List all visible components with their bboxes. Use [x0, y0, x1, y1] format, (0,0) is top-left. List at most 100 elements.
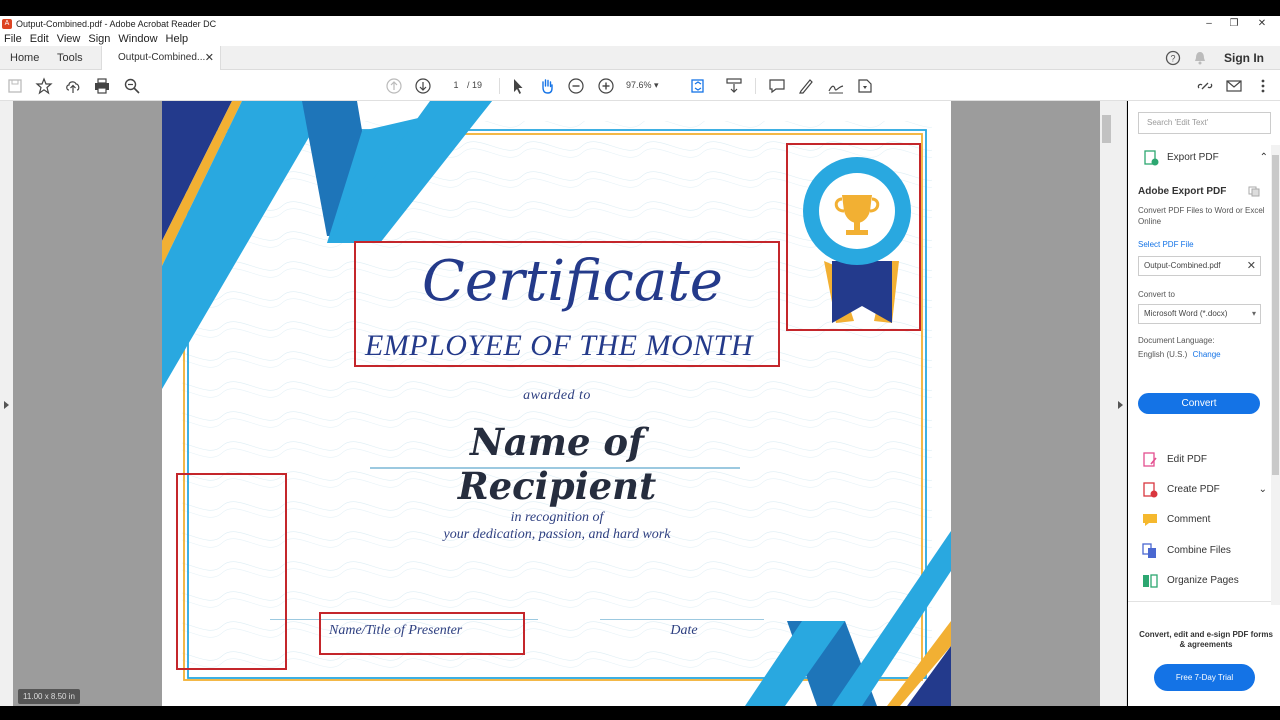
tab-bar: Home Tools Output-Combined... ✕ ? Sign I…: [0, 46, 1280, 71]
comment-icon[interactable]: [768, 77, 786, 95]
recipient-name: Name of Recipient: [457, 420, 657, 508]
sign-in-button[interactable]: Sign In: [1224, 46, 1264, 70]
tool-label: Comment: [1167, 514, 1211, 525]
cloud-upload-icon[interactable]: [64, 77, 82, 95]
trial-promo: Convert, edit and e-sign PDF forms & agr…: [1128, 601, 1280, 706]
menu-view[interactable]: View: [57, 33, 81, 45]
scrollbar-thumb[interactable]: [1102, 115, 1111, 143]
tool-combine-files[interactable]: Combine Files: [1142, 541, 1267, 561]
svg-text:?: ?: [1170, 54, 1175, 64]
tab-home[interactable]: Home: [10, 46, 39, 70]
bell-icon[interactable]: [1192, 50, 1208, 66]
edit-pdf-icon: [1143, 452, 1157, 467]
collapse-right-icon[interactable]: [1117, 401, 1124, 409]
document-viewer[interactable]: Certificate EMPLOYEE OF THE MONTH awarde…: [13, 101, 1100, 706]
document-language-label: Document Language:: [1138, 336, 1215, 345]
convert-to-dropdown[interactable]: Microsoft Word (*.docx) ▾: [1138, 304, 1261, 324]
star-icon[interactable]: [35, 77, 53, 95]
fit-page-icon[interactable]: [689, 77, 707, 95]
tool-edit-pdf[interactable]: Edit PDF: [1142, 450, 1267, 470]
search-tools-input[interactable]: Search 'Edit Text': [1138, 112, 1271, 134]
create-pdf-icon: [1143, 482, 1158, 498]
document-scrollbar[interactable]: [1100, 101, 1113, 706]
previous-page-icon[interactable]: [385, 77, 403, 95]
tab-document-label: Output-Combined...: [118, 52, 206, 63]
zoom-level-dropdown[interactable]: 97.6% ▾: [626, 78, 659, 93]
share-link-icon[interactable]: [1196, 77, 1214, 95]
menu-edit[interactable]: Edit: [30, 33, 49, 45]
tools-pane: Search 'Edit Text' Export PDF ⌃ Adobe Ex…: [1128, 101, 1280, 706]
info-icon[interactable]: [1248, 185, 1260, 197]
chevron-up-icon[interactable]: ⌃: [1260, 148, 1268, 168]
change-language-link[interactable]: Change: [1193, 350, 1221, 359]
restore-icon[interactable]: ❐: [1219, 16, 1249, 32]
window-titlebar: A Output-Combined.pdf - Adobe Acrobat Re…: [0, 16, 1280, 32]
organize-pages-icon: [1143, 574, 1158, 588]
export-pdf-label: Export PDF: [1167, 152, 1219, 163]
close-icon[interactable]: ✕: [1247, 16, 1277, 32]
free-trial-button[interactable]: Free 7-Day Trial: [1154, 664, 1255, 691]
document-language-value: English (U.S.): [1138, 350, 1188, 359]
chevron-down-icon[interactable]: ⌄: [1259, 480, 1267, 500]
tools-pane-scrollbar[interactable]: [1271, 145, 1280, 605]
select-cursor-icon[interactable]: [509, 77, 527, 95]
annotation-box-left: [176, 473, 287, 670]
comment-tool-icon: [1143, 514, 1157, 526]
left-panel-toggle[interactable]: [0, 101, 13, 706]
menu-help[interactable]: Help: [166, 33, 189, 45]
main-toolbar: 1 / 19 97.6% ▾: [0, 70, 1280, 101]
convert-button[interactable]: Convert: [1138, 393, 1260, 414]
more-menu-icon[interactable]: [1254, 77, 1272, 95]
tools-pane-scroll-thumb[interactable]: [1272, 155, 1279, 475]
tool-create-pdf[interactable]: Create PDF ⌄: [1142, 480, 1267, 500]
document-language-row: English (U.S.) Change: [1138, 350, 1221, 359]
page-size-indicator: 11.00 x 8.50 in: [18, 689, 80, 704]
top-letterbox: [0, 0, 1280, 16]
export-pdf-icon: [1144, 150, 1159, 166]
tool-label: Combine Files: [1167, 545, 1231, 556]
right-pane-toggle[interactable]: [1113, 101, 1127, 706]
more-tools-icon[interactable]: [856, 77, 874, 95]
highlight-pen-icon[interactable]: [797, 77, 815, 95]
export-pdf-header[interactable]: Export PDF ⌃: [1138, 148, 1268, 168]
promo-text: Convert, edit and e-sign PDF forms & agr…: [1139, 630, 1273, 649]
acrobat-app-icon: A: [2, 19, 12, 29]
help-icon[interactable]: ?: [1165, 50, 1181, 66]
select-pdf-link[interactable]: Select PDF File: [1138, 240, 1194, 249]
expand-left-icon[interactable]: [3, 401, 10, 409]
find-zoom-icon[interactable]: [123, 77, 141, 95]
menu-bar: File Edit View Sign Window Help: [0, 32, 1280, 46]
selected-file-field[interactable]: Output-Combined.pdf ✕: [1138, 256, 1261, 276]
hand-tool-icon[interactable]: [538, 77, 556, 95]
chevron-down-icon: ▾: [1251, 309, 1256, 318]
zoom-level-value: 97.6%: [626, 80, 652, 90]
tab-document[interactable]: Output-Combined... ✕: [101, 46, 221, 71]
tool-comment[interactable]: Comment: [1142, 510, 1267, 530]
menu-window[interactable]: Window: [118, 33, 157, 45]
remove-file-icon[interactable]: ✕: [1247, 257, 1256, 275]
sign-icon[interactable]: [827, 77, 845, 95]
tab-tools[interactable]: Tools: [57, 46, 83, 70]
date-signature-line: [600, 619, 764, 620]
annotation-box-presenter: [319, 612, 525, 655]
menu-file[interactable]: File: [4, 33, 22, 45]
pdf-page: Certificate EMPLOYEE OF THE MONTH awarde…: [162, 101, 951, 706]
convert-to-label: Convert to: [1138, 290, 1175, 299]
next-page-icon[interactable]: [414, 77, 432, 95]
export-description: Convert PDF Files to Word or Excel Onlin…: [1138, 206, 1265, 226]
scroll-mode-icon[interactable]: [725, 77, 743, 95]
print-icon[interactable]: [93, 77, 111, 95]
screen: A Output-Combined.pdf - Adobe Acrobat Re…: [0, 0, 1280, 720]
tool-label: Edit PDF: [1167, 454, 1208, 465]
zoom-out-icon[interactable]: [567, 77, 585, 95]
page-number-input[interactable]: 1: [446, 78, 466, 93]
menu-sign[interactable]: Sign: [88, 33, 110, 45]
email-icon[interactable]: [1225, 77, 1243, 95]
close-tab-icon[interactable]: ✕: [205, 46, 214, 70]
tool-label: Organize Pages: [1167, 575, 1239, 586]
page-total: / 19: [467, 80, 483, 90]
save-icon[interactable]: [6, 77, 24, 95]
zoom-in-icon[interactable]: [597, 77, 615, 95]
tool-organize-pages[interactable]: Organize Pages: [1142, 571, 1267, 591]
tool-label: Create PDF: [1167, 484, 1220, 495]
